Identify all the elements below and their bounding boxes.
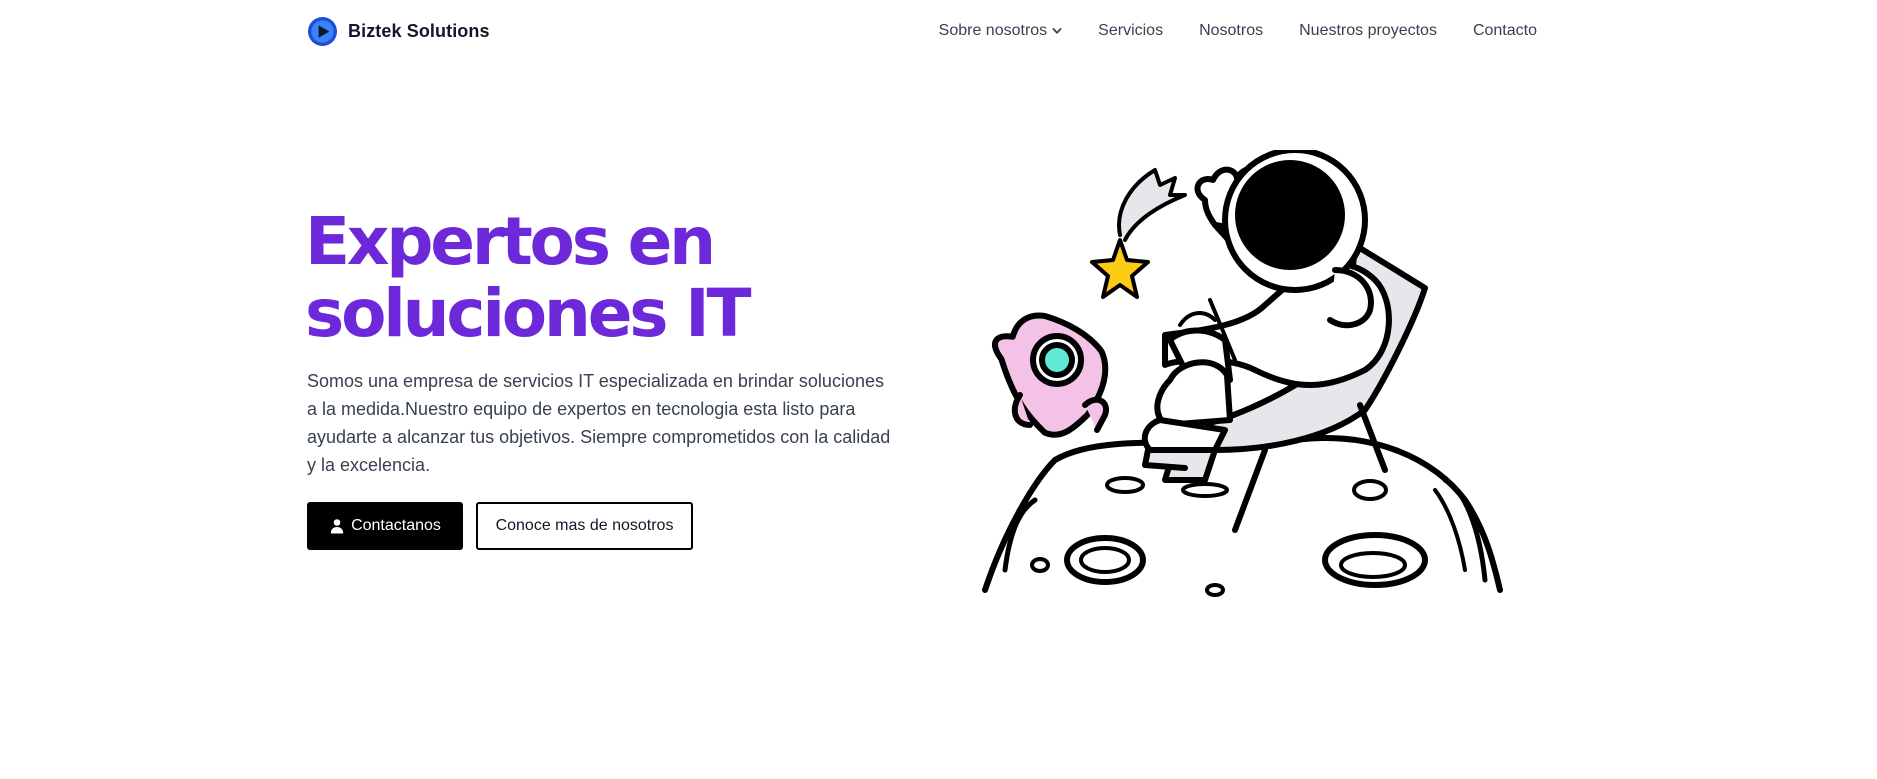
contactanos-button[interactable]: Contactanos	[307, 502, 463, 550]
hero-actions: Contactanos Conoce mas de nosotros	[307, 502, 693, 550]
nav-item-label: Sobre nosotros	[938, 22, 1048, 39]
contactanos-label: Contactanos	[351, 517, 441, 534]
hero-title-line-2: soluciones IT	[305, 275, 752, 352]
nav-item-nuestros-proyectos[interactable]: Nuestros proyectos	[1299, 22, 1437, 40]
play-circle-icon	[307, 16, 338, 46]
hero-title: Expertos en soluciones IT	[305, 206, 825, 350]
conoce-mas-button[interactable]: Conoce mas de nosotros	[476, 502, 693, 550]
nav-item-servicios[interactable]: Servicios	[1098, 22, 1163, 40]
user-icon	[330, 519, 344, 534]
site-header: Biztek Solutions Sobre nosotros Servicio…	[307, 14, 1537, 48]
conoce-mas-label: Conoce mas de nosotros	[495, 517, 674, 534]
hero-title-line-1: Expertos en	[305, 203, 716, 280]
brand-name: Biztek Solutions	[348, 20, 490, 41]
astronaut-on-moon-illustration	[982, 150, 1503, 597]
chevron-down-icon	[1052, 28, 1062, 34]
main-nav: Sobre nosotros Servicios Nosotros Nuestr…	[939, 22, 1537, 40]
nav-item-nosotros[interactable]: Nosotros	[1199, 22, 1263, 40]
nav-item-contacto[interactable]: Contacto	[1473, 22, 1537, 40]
brand-link[interactable]: Biztek Solutions	[307, 16, 490, 47]
page: Biztek Solutions Sobre nosotros Servicio…	[0, 0, 1877, 779]
nav-item-sobre-nosotros[interactable]: Sobre nosotros	[939, 22, 1063, 40]
hero-description: Somos una empresa de servicios IT especi…	[307, 371, 891, 475]
